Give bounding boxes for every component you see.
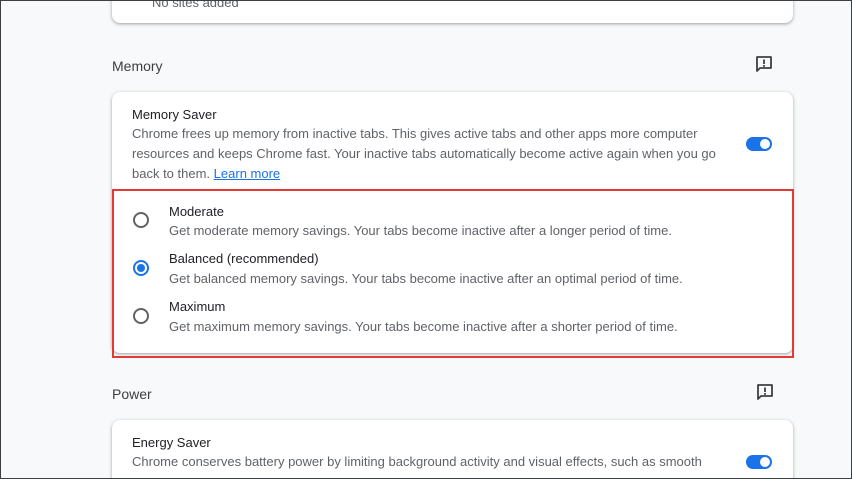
memory-section-title: Memory: [112, 58, 163, 74]
feedback-icon[interactable]: [754, 54, 774, 74]
power-section-title: Power: [112, 386, 152, 402]
feedback-icon[interactable]: [755, 382, 775, 402]
energy-saver-description: Chrome conserves battery power by limiti…: [132, 452, 732, 472]
power-card: Energy Saver Chrome conserves battery po…: [112, 420, 793, 478]
settings-page: No sites added Memory Memory Saver Chrom…: [0, 0, 852, 479]
memory-saver-desc-line3-wrap: back to them. Learn more: [132, 164, 732, 184]
energy-saver-title: Energy Saver: [132, 435, 211, 450]
options-highlight-box: [112, 189, 794, 358]
learn-more-link[interactable]: Learn more: [214, 166, 280, 181]
toggle-knob: [760, 457, 770, 467]
energy-saver-desc-line1: Chrome conserves battery power by limiti…: [132, 454, 702, 469]
sites-card: No sites added: [112, 0, 793, 23]
memory-saver-desc-line1: Chrome frees up memory from inactive tab…: [132, 126, 698, 141]
toggle-knob: [760, 139, 770, 149]
memory-saver-title: Memory Saver: [132, 107, 217, 122]
memory-saver-desc-line2: resources and keeps Chrome fast. Your in…: [132, 146, 716, 161]
no-sites-text: No sites added: [152, 0, 239, 10]
memory-saver-desc-line3: back to them.: [132, 166, 211, 181]
memory-saver-toggle[interactable]: [746, 137, 772, 151]
energy-saver-toggle[interactable]: [746, 455, 772, 469]
memory-saver-description: Chrome frees up memory from inactive tab…: [132, 124, 732, 184]
